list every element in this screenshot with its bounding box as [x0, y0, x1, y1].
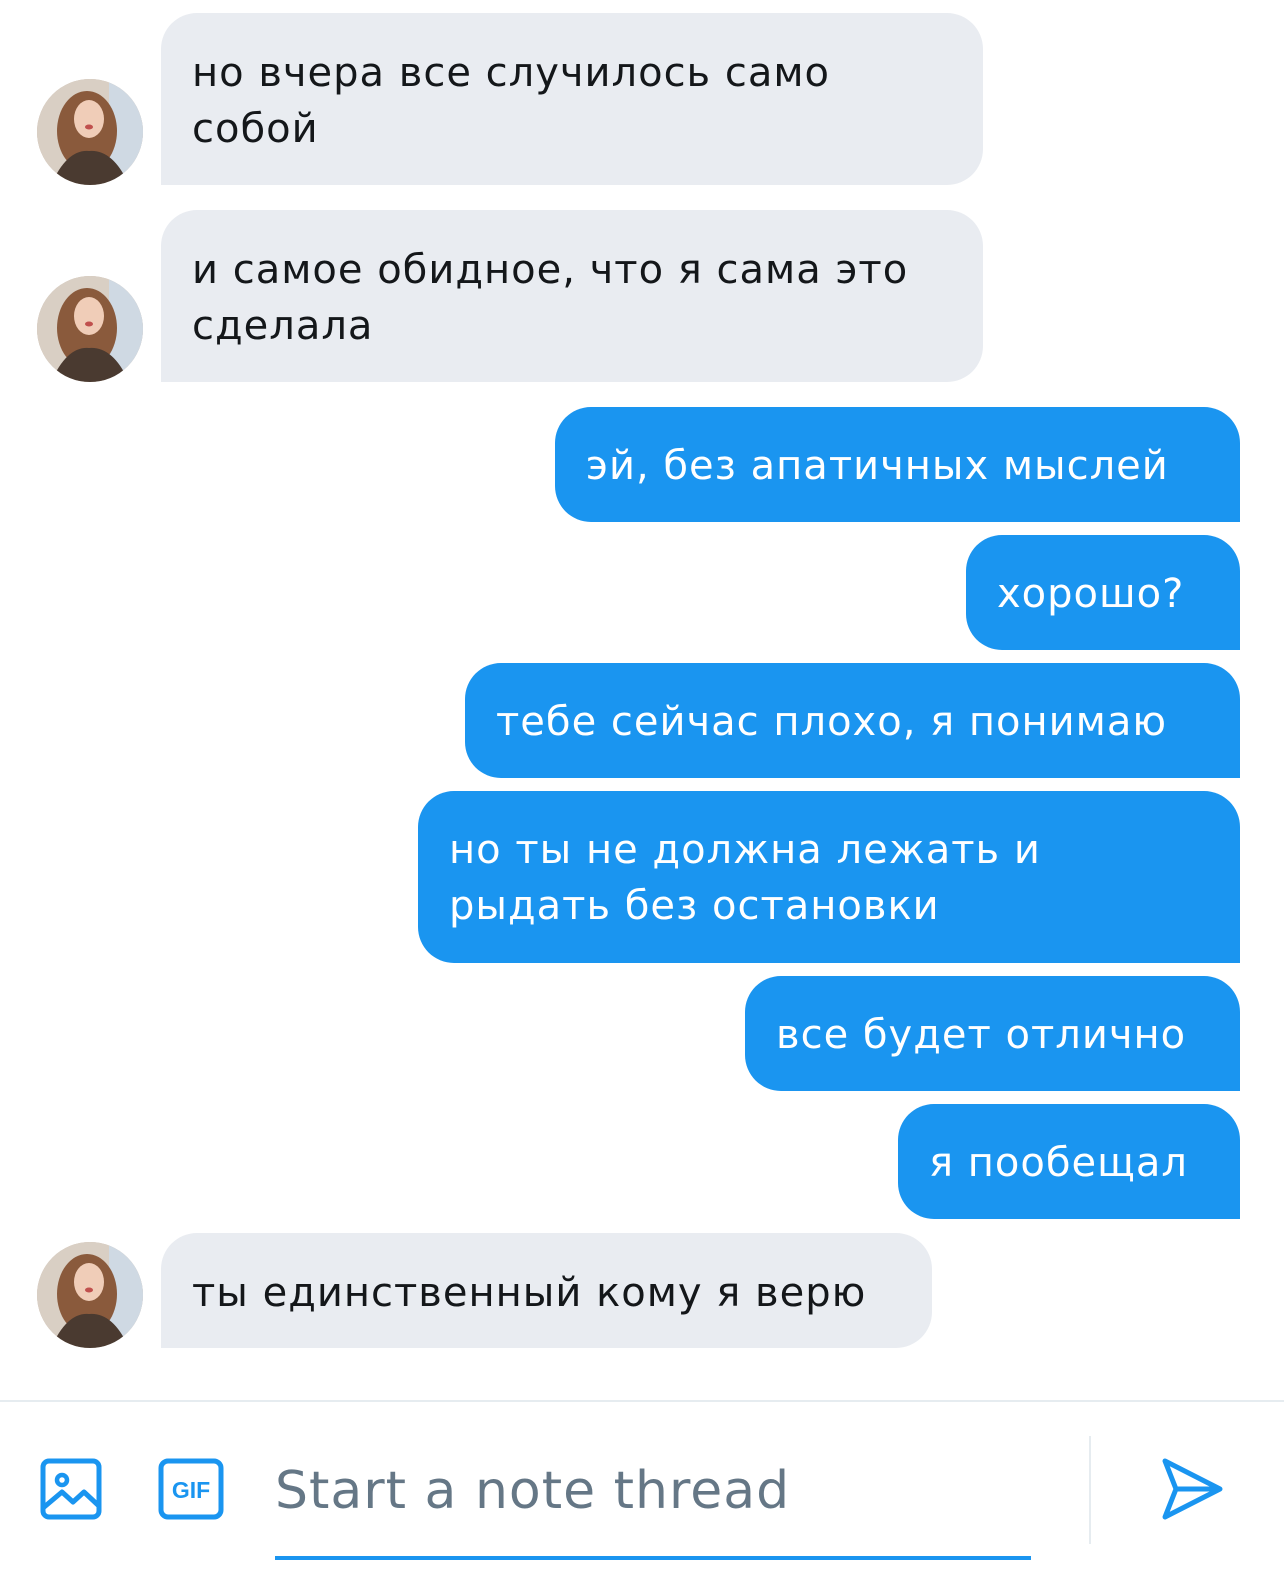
contact-avatar[interactable] — [37, 276, 143, 382]
contact-avatar[interactable] — [37, 1242, 143, 1348]
message-composer: GIF — [0, 1400, 1284, 1578]
outgoing-message[interactable]: эй, без апатичных мыслей — [555, 407, 1240, 522]
outgoing-message[interactable]: я пообещал — [898, 1104, 1240, 1219]
gif-icon[interactable]: GIF — [158, 1458, 224, 1524]
outgoing-message[interactable]: но ты не должна лежать и рыдать без оста… — [418, 791, 1240, 963]
send-icon[interactable] — [1160, 1456, 1224, 1526]
composer-divider — [1089, 1436, 1091, 1544]
image-icon[interactable] — [40, 1458, 102, 1524]
note-thread-input[interactable] — [275, 1454, 1031, 1560]
incoming-message[interactable]: и самое обидное, что я сама это сделала — [161, 210, 983, 382]
gif-label: GIF — [172, 1477, 210, 1503]
incoming-message[interactable]: ты единственный кому я верю — [161, 1233, 932, 1348]
outgoing-message[interactable]: хорошо? — [966, 535, 1240, 650]
outgoing-message[interactable]: тебе сейчас плохо, я понимаю — [465, 663, 1240, 778]
message-thread: но вчера все случилось само собой и само… — [0, 0, 1284, 1400]
incoming-message[interactable]: но вчера все случилось само собой — [161, 13, 983, 185]
outgoing-message[interactable]: все будет отлично — [745, 976, 1240, 1091]
contact-avatar[interactable] — [37, 79, 143, 185]
